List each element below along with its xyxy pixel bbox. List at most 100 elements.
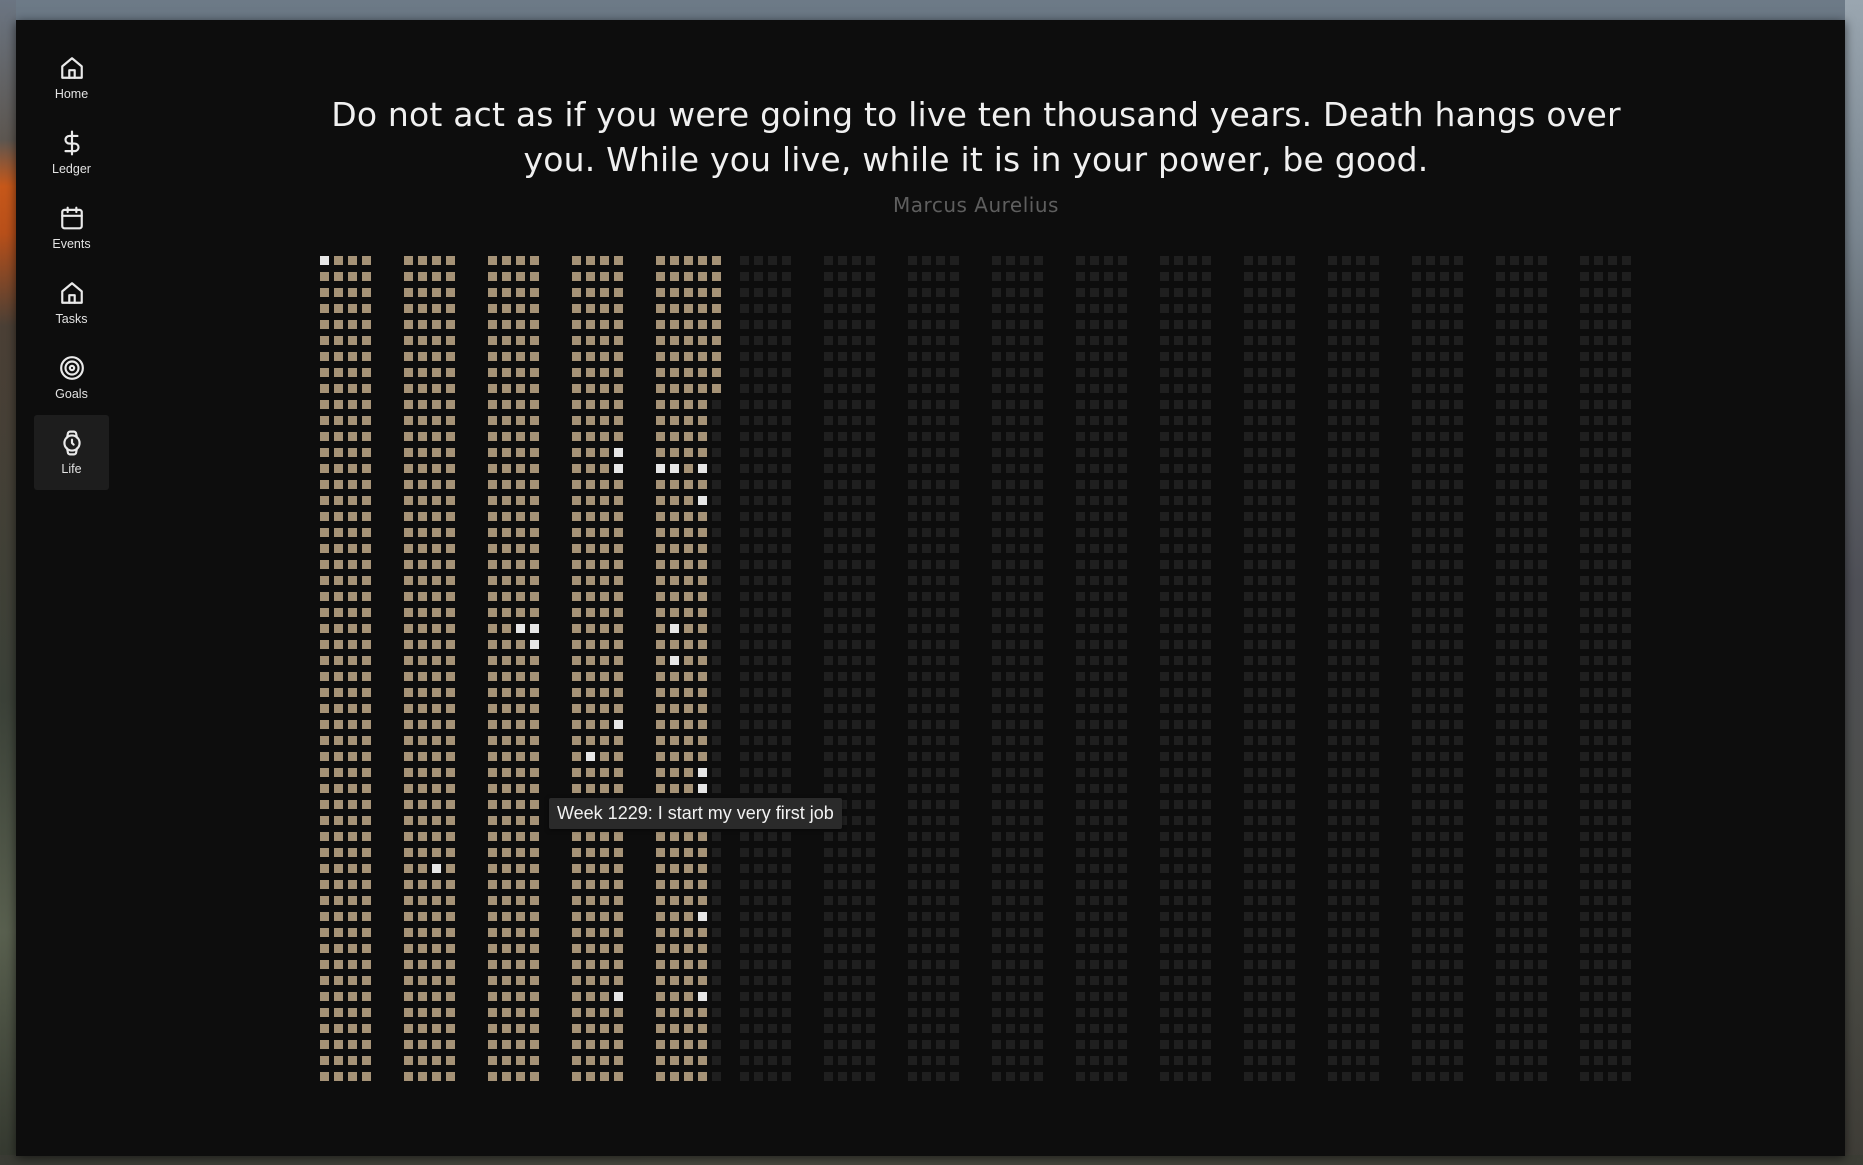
week-cell[interactable] (1538, 736, 1547, 745)
week-cell[interactable] (1272, 512, 1281, 521)
week-cell[interactable] (1090, 816, 1099, 825)
week-cell[interactable] (334, 704, 343, 713)
week-cell[interactable] (572, 320, 581, 329)
week-cell[interactable] (852, 496, 861, 505)
week-cell[interactable] (1622, 944, 1631, 953)
week-cell[interactable] (866, 848, 875, 857)
week-cell[interactable] (320, 336, 329, 345)
week-cell[interactable] (922, 288, 931, 297)
week-cell[interactable] (586, 400, 595, 409)
week-cell[interactable] (656, 912, 665, 921)
week-cell[interactable] (404, 1072, 413, 1081)
week-cell[interactable] (334, 864, 343, 873)
week-cell[interactable] (1258, 768, 1267, 777)
week-cell[interactable] (1020, 992, 1029, 1001)
week-cell[interactable] (1342, 816, 1351, 825)
week-cell[interactable] (320, 784, 329, 793)
week-cell[interactable] (1454, 672, 1463, 681)
week-cell[interactable] (1202, 304, 1211, 313)
week-cell[interactable] (1370, 528, 1379, 537)
week-cell[interactable] (866, 912, 875, 921)
week-cell[interactable] (866, 624, 875, 633)
week-cell[interactable] (446, 496, 455, 505)
week-cell[interactable] (936, 1056, 945, 1065)
week-cell[interactable] (1160, 720, 1169, 729)
week-cell[interactable] (782, 1040, 791, 1049)
week-cell[interactable] (838, 704, 847, 713)
week-cell[interactable] (698, 896, 707, 905)
week-cell[interactable] (1328, 736, 1337, 745)
week-cell[interactable] (1440, 256, 1449, 265)
week-cell[interactable] (1454, 592, 1463, 601)
week-cell[interactable] (1174, 448, 1183, 457)
week-cell[interactable] (1244, 256, 1253, 265)
week-cell[interactable] (852, 720, 861, 729)
week-cell[interactable] (1328, 320, 1337, 329)
week-cell[interactable] (1202, 432, 1211, 441)
week-cell[interactable] (852, 896, 861, 905)
week-cell[interactable] (334, 384, 343, 393)
week-cell[interactable] (404, 352, 413, 361)
week-cell[interactable] (698, 944, 707, 953)
week-cell[interactable] (768, 416, 777, 425)
week-cell[interactable] (1356, 848, 1365, 857)
week-cell[interactable] (1426, 768, 1435, 777)
week-cell[interactable] (824, 288, 833, 297)
week-cell[interactable] (1258, 800, 1267, 809)
week-cell[interactable] (1412, 480, 1421, 489)
week-cell[interactable] (1286, 704, 1295, 713)
week-cell[interactable] (334, 1056, 343, 1065)
week-cell[interactable] (1440, 336, 1449, 345)
week-cell[interactable] (1104, 544, 1113, 553)
week-cell[interactable] (1244, 704, 1253, 713)
week-cell[interactable] (418, 1040, 427, 1049)
week-cell[interactable] (1524, 368, 1533, 377)
week-cell[interactable] (992, 912, 1001, 921)
week-cell[interactable] (1440, 944, 1449, 953)
week-cell[interactable] (992, 288, 1001, 297)
week-cell[interactable] (1006, 736, 1015, 745)
week-cell[interactable] (334, 944, 343, 953)
week-cell[interactable] (488, 496, 497, 505)
week-cell[interactable] (1342, 896, 1351, 905)
week-cell[interactable] (320, 512, 329, 521)
week-cell[interactable] (768, 656, 777, 665)
week-cell[interactable] (1524, 560, 1533, 569)
week-cell[interactable] (1118, 1024, 1127, 1033)
week-cell[interactable] (866, 704, 875, 713)
week-cell[interactable] (1412, 880, 1421, 889)
week-cell[interactable] (1328, 704, 1337, 713)
week-cell[interactable] (320, 544, 329, 553)
week-cell[interactable] (1538, 688, 1547, 697)
week-cell[interactable] (1286, 656, 1295, 665)
week-cell[interactable] (1454, 352, 1463, 361)
week-cell[interactable] (530, 624, 539, 633)
week-cell[interactable] (712, 1024, 721, 1033)
week-cell[interactable] (1160, 592, 1169, 601)
week-cell[interactable] (1174, 512, 1183, 521)
week-cell[interactable] (992, 496, 1001, 505)
week-cell[interactable] (1440, 624, 1449, 633)
week-cell[interactable] (1328, 608, 1337, 617)
week-cell[interactable] (1342, 1008, 1351, 1017)
week-cell[interactable] (348, 592, 357, 601)
week-cell[interactable] (824, 352, 833, 361)
week-cell[interactable] (572, 784, 581, 793)
week-cell[interactable] (1538, 976, 1547, 985)
week-cell[interactable] (1370, 864, 1379, 873)
week-cell[interactable] (1020, 288, 1029, 297)
week-cell[interactable] (754, 352, 763, 361)
week-cell[interactable] (1622, 496, 1631, 505)
week-cell[interactable] (1342, 416, 1351, 425)
week-cell[interactable] (1286, 816, 1295, 825)
week-cell[interactable] (1454, 480, 1463, 489)
week-cell[interactable] (1188, 1008, 1197, 1017)
week-cell[interactable] (950, 400, 959, 409)
week-cell[interactable] (1426, 1072, 1435, 1081)
week-cell[interactable] (614, 720, 623, 729)
week-cell[interactable] (754, 864, 763, 873)
week-cell[interactable] (1090, 320, 1099, 329)
week-cell[interactable] (1524, 784, 1533, 793)
week-cell[interactable] (1020, 352, 1029, 361)
week-cell[interactable] (362, 416, 371, 425)
